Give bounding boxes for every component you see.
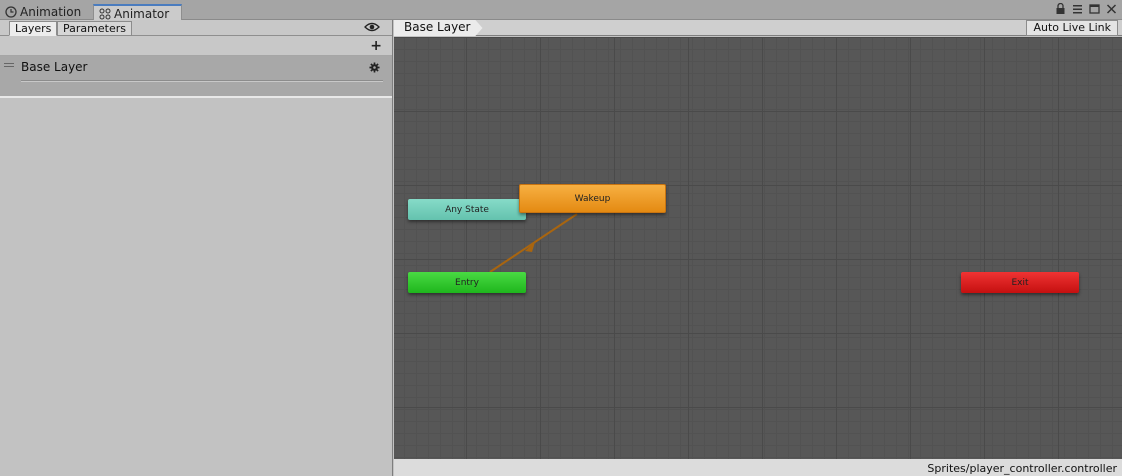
animator-graph-panel: Base Layer Auto Live Link Any State Wake… [394, 20, 1122, 476]
lock-icon[interactable] [1054, 2, 1067, 16]
layer-weight-slider[interactable] [21, 80, 383, 81]
animator-icon [99, 8, 111, 19]
window-controls [1054, 2, 1118, 16]
close-icon[interactable] [1105, 3, 1118, 16]
tab-animator-label: Animator [114, 6, 170, 21]
tab-layers[interactable]: Layers [9, 21, 58, 36]
clock-icon [5, 6, 17, 18]
panel-tabs: Layers Parameters [0, 20, 392, 36]
controller-path: Sprites/player_controller.controller [927, 462, 1117, 475]
drag-handle-icon[interactable] [4, 63, 14, 67]
window-tab-strip: Animation Animator [0, 0, 1122, 21]
add-layer-icon[interactable]: + [370, 38, 382, 54]
breadcrumb[interactable]: Base Layer [394, 20, 483, 36]
gear-icon[interactable] [369, 62, 380, 73]
layers-toolbar: + [0, 36, 392, 56]
state-exit[interactable]: Exit [961, 272, 1079, 293]
tab-animation-label: Animation [20, 5, 82, 19]
transition-entry-to-wakeup[interactable] [489, 213, 578, 273]
auto-live-link-button[interactable]: Auto Live Link [1026, 20, 1118, 36]
eye-icon[interactable] [364, 21, 380, 33]
state-entry[interactable]: Entry [408, 272, 526, 293]
tab-parameters[interactable]: Parameters [57, 21, 132, 36]
state-wakeup[interactable]: Wakeup [519, 184, 666, 213]
tab-animator[interactable]: Animator [93, 4, 182, 21]
graph-header: Base Layer Auto Live Link [394, 20, 1122, 36]
menu-icon[interactable] [1071, 3, 1084, 16]
layer-row[interactable]: Base Layer [0, 56, 392, 98]
state-any-state[interactable]: Any State [408, 199, 526, 220]
status-bar: Sprites/player_controller.controller [394, 459, 1122, 476]
layers-panel: Layers Parameters + Base Layer [0, 20, 393, 476]
tab-animation[interactable]: Animation [0, 4, 90, 20]
layer-name: Base Layer [21, 60, 88, 74]
transitions-layer [489, 213, 578, 273]
maximize-icon[interactable] [1088, 3, 1101, 16]
state-machine-canvas[interactable]: Any State Wakeup Entry Exit [394, 37, 1122, 459]
